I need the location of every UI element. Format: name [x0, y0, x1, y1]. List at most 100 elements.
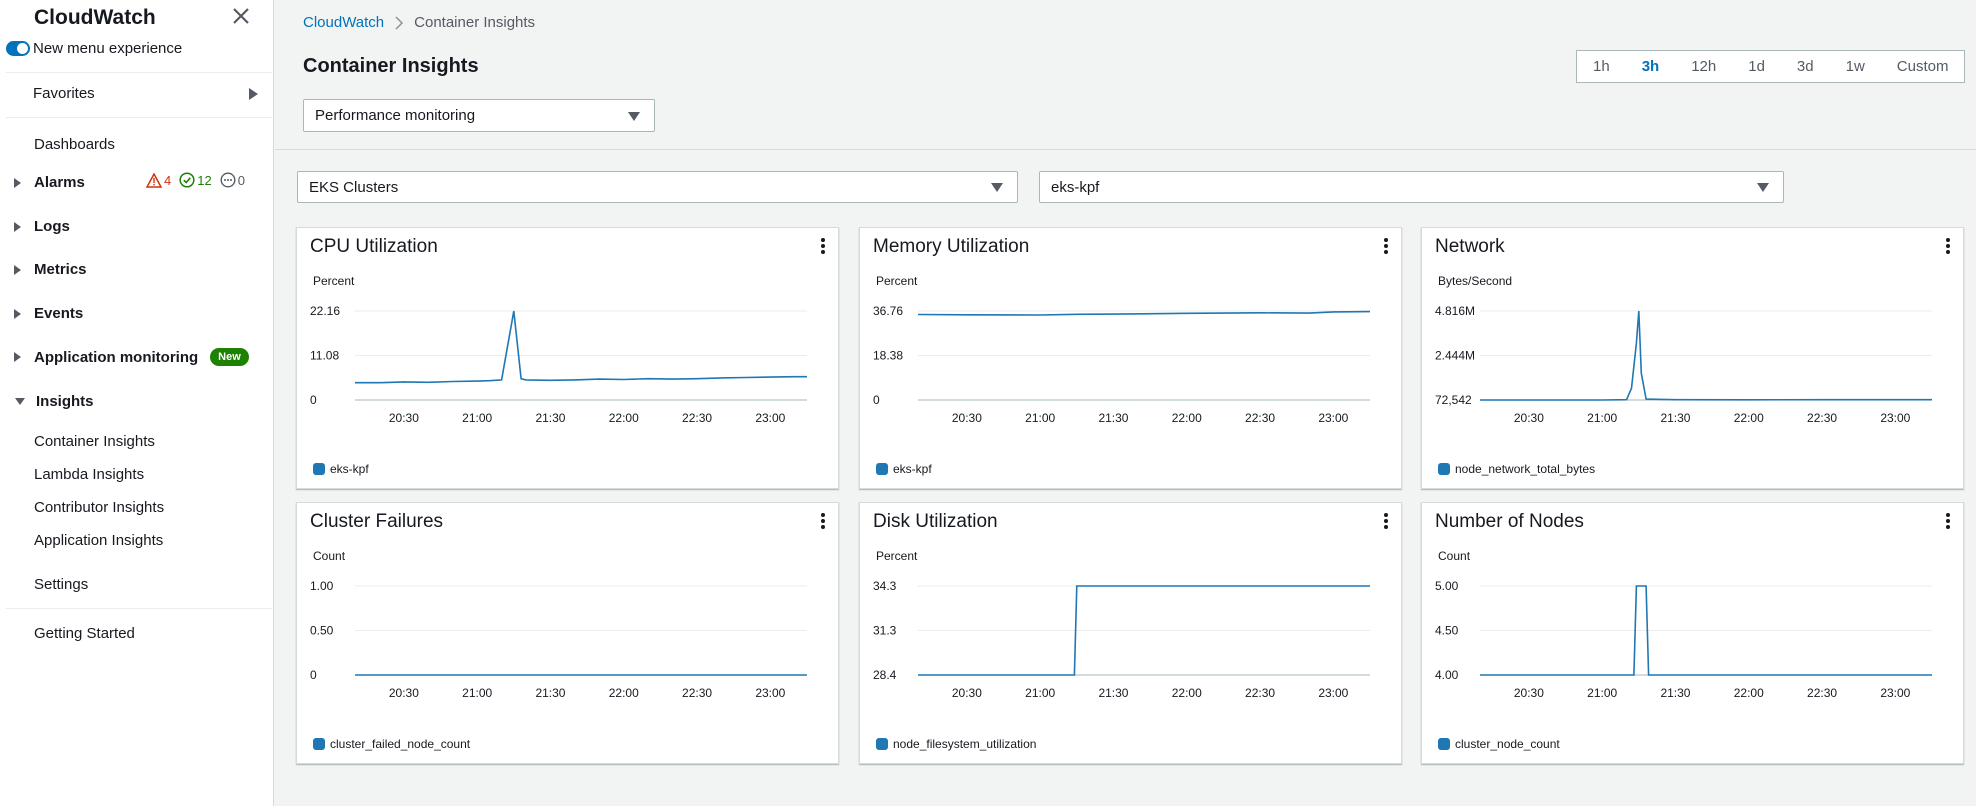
sidebar-item-getting-started[interactable]: Getting Started [34, 625, 135, 642]
chart-disk-utilization: 34.3 31.3 28.4 20:30 21:00 21:30 22:00 22:30 23:… [873, 579, 1370, 700]
chart-legend[interactable]: eks-kpf [313, 462, 369, 476]
x-tick-label: 21:30 [1660, 686, 1690, 700]
y-tick-label: 2.444M [1435, 349, 1475, 363]
sidebar-item-label: Logs [34, 218, 70, 235]
x-tick-label: 22:30 [682, 411, 712, 425]
x-tick-label: 21:00 [1025, 686, 1055, 700]
divider [6, 117, 272, 118]
x-tick-label: 20:30 [1514, 411, 1544, 425]
chart-legend[interactable]: cluster_node_count [1438, 737, 1560, 751]
sidebar-title: CloudWatch [34, 6, 156, 29]
y-tick-label: 4.00 [1435, 668, 1459, 682]
cluster-select[interactable]: eks-kpf [1039, 171, 1784, 203]
time-range-1h[interactable]: 1h [1577, 51, 1626, 82]
x-tick-label: 20:30 [952, 411, 982, 425]
x-tick-label: 21:30 [535, 686, 565, 700]
sidebar-item-events[interactable]: Events [14, 305, 83, 322]
time-range-1d[interactable]: 1d [1732, 51, 1781, 82]
page-title: Container Insights [303, 55, 479, 77]
widget-disk-utilization: Disk Utilization Percent 34.3 31.3 28.4 20:… [859, 502, 1402, 764]
new-badge: New [210, 348, 249, 366]
x-tick-label: 21:30 [1098, 686, 1128, 700]
widget-number-of-nodes: Number of Nodes Count 5.00 4.50 4.00 20:30 2… [1421, 502, 1964, 764]
time-range-selector: 1h 3h 12h 1d 3d 1w Custom [1576, 50, 1966, 83]
chart-number-of-nodes: 5.00 4.50 4.00 20:30 21:00 21:30 22:00 22:30 23:… [1435, 579, 1932, 700]
caret-down-icon [1757, 183, 1769, 192]
legend-swatch [1438, 463, 1450, 475]
widget-network: Network Bytes/Second 4.816M 2.444M 72,542 2… [1421, 227, 1964, 489]
time-range-custom[interactable]: Custom [1881, 51, 1965, 82]
y-tick-label: 28.4 [873, 668, 897, 682]
sidebar-item-alarms[interactable]: Alarms [14, 174, 85, 191]
sidebar-item-label: Metrics [34, 261, 87, 278]
x-tick-label: 20:30 [389, 411, 419, 425]
alarm-status-counts: 4 12 0 [146, 172, 253, 188]
caret-down-icon [991, 183, 1003, 192]
chevron-right-icon [395, 15, 404, 30]
x-tick-label: 20:30 [952, 686, 982, 700]
insufficient-count: 0 [237, 172, 245, 188]
legend-label: cluster_failed_node_count [330, 737, 471, 751]
widget-cpu-utilization: CPU Utilization Percent 22.16 11.08 0 20:30… [296, 227, 839, 489]
time-range-12h[interactable]: 12h [1675, 51, 1732, 82]
sidebar-item-application-insights[interactable]: Application Insights [34, 532, 163, 549]
y-tick-label: 0 [873, 393, 880, 407]
resource-type-select[interactable]: EKS Clusters [297, 171, 1018, 203]
time-range-3d[interactable]: 3d [1781, 51, 1830, 82]
x-tick-label: 22:00 [609, 411, 639, 425]
caret-right-icon[interactable] [249, 88, 258, 100]
time-range-1w[interactable]: 1w [1830, 51, 1881, 82]
chart-memory-utilization: 36.76 18.38 0 20:30 21:00 21:30 22:00 22:30 23:0… [873, 304, 1371, 425]
caret-right-icon [14, 221, 21, 232]
x-tick-label: 21:00 [462, 686, 492, 700]
x-tick-label: 22:30 [682, 686, 712, 700]
y-tick-label: 22.16 [310, 304, 340, 318]
caret-right-icon [14, 352, 21, 362]
sidebar-item-dashboards[interactable]: Dashboards [34, 136, 115, 153]
view-select[interactable]: Performance monitoring [303, 99, 655, 132]
sidebar-item-metrics[interactable]: Metrics [14, 261, 87, 278]
time-range-3h[interactable]: 3h [1626, 51, 1676, 82]
y-tick-label: 18.38 [873, 349, 903, 363]
sidebar-item-container-insights[interactable]: Container Insights [34, 433, 155, 450]
chart-legend[interactable]: cluster_failed_node_count [313, 737, 470, 751]
y-tick-label: 4.816M [1435, 304, 1475, 318]
chart-legend[interactable]: node_filesystem_utilization [876, 737, 1036, 751]
new-menu-toggle-row[interactable]: New menu experience [6, 40, 182, 57]
legend-swatch [1438, 738, 1450, 750]
caret-down-icon [15, 398, 25, 405]
x-tick-label: 23:00 [1880, 411, 1910, 425]
side-navigation: CloudWatch New menu experience Favorites… [0, 0, 274, 806]
sidebar-item-lambda-insights[interactable]: Lambda Insights [34, 466, 144, 483]
y-tick-label: 31.3 [873, 624, 897, 638]
sidebar-item-insights[interactable]: Insights [14, 393, 94, 410]
x-tick-label: 23:00 [755, 411, 785, 425]
chart-cpu-utilization: 22.16 11.08 0 20:30 21:00 21:30 22:00 22:30 23:0… [310, 304, 807, 425]
alarm-warning-icon [146, 172, 162, 188]
divider [6, 608, 272, 609]
x-tick-label: 22:00 [1172, 411, 1202, 425]
x-tick-label: 22:00 [1734, 686, 1764, 700]
sidebar-item-contributor-insights[interactable]: Contributor Insights [34, 499, 164, 516]
ok-count: 12 [197, 172, 212, 188]
legend-label: eks-kpf [330, 462, 369, 476]
sidebar-item-favorites[interactable]: Favorites [33, 85, 95, 102]
sidebar-item-logs[interactable]: Logs [14, 218, 70, 235]
new-menu-toggle[interactable] [6, 41, 30, 56]
x-tick-label: 22:30 [1245, 686, 1275, 700]
sidebar-item-application-monitoring[interactable]: Application monitoring New [14, 348, 249, 366]
chart-legend[interactable]: node_network_total_bytes [1438, 462, 1595, 476]
sidebar-item-settings[interactable]: Settings [34, 576, 88, 593]
sidebar-item-label: Alarms [34, 174, 85, 191]
sidebar-item-label: Insights [36, 393, 94, 410]
y-tick-label: 11.08 [310, 349, 339, 363]
caret-right-icon [14, 177, 21, 188]
close-icon[interactable] [229, 4, 253, 28]
breadcrumb-cloudwatch-link[interactable]: CloudWatch [303, 14, 384, 31]
series-line [355, 310, 807, 384]
widget-cluster-failures: Cluster Failures Count 1.00 0.50 0 20:30 21:… [296, 502, 839, 764]
chart-legend[interactable]: eks-kpf [876, 462, 932, 476]
x-tick-label: 23:00 [1880, 686, 1910, 700]
x-tick-label: 21:30 [1098, 411, 1128, 425]
y-tick-label: 36.76 [873, 304, 903, 318]
